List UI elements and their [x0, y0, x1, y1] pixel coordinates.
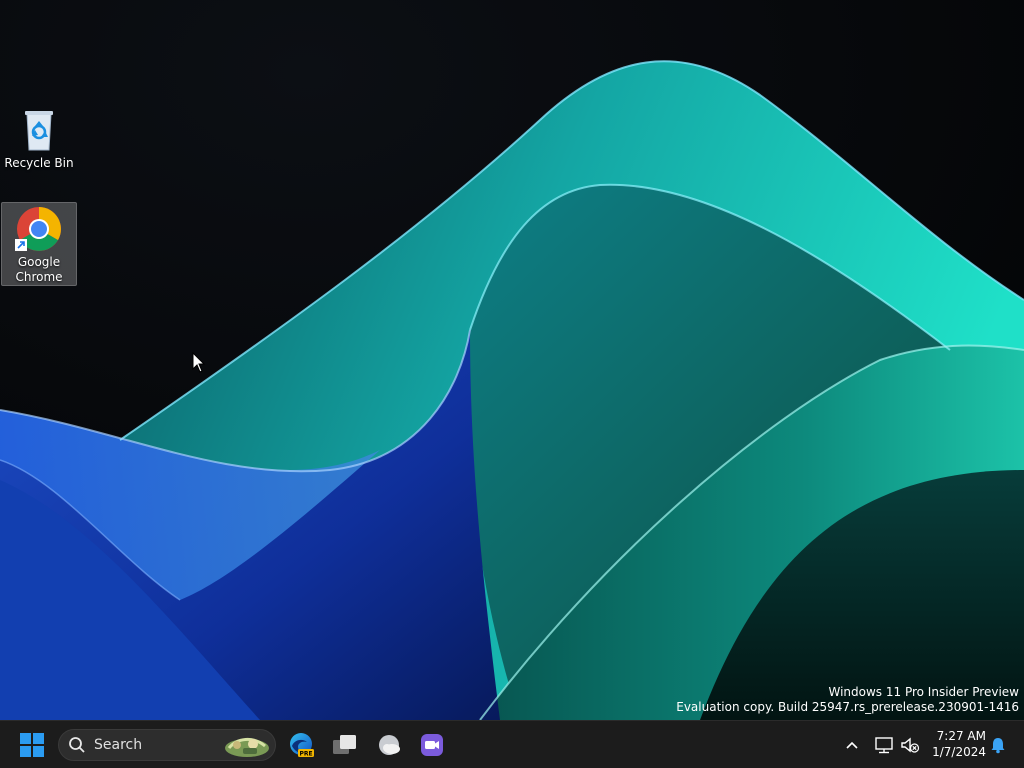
- weather-icon: [379, 735, 400, 755]
- chrome-icon: [15, 205, 63, 253]
- mouse-cursor-icon: [192, 352, 206, 373]
- taskbar: Search PRE 7:27 AM 1/7/2024: [0, 720, 1024, 768]
- teams-icon: [421, 734, 443, 756]
- bell-icon: [991, 738, 1005, 754]
- watermark-line2: Evaluation copy. Build 25947.rs_prerelea…: [676, 700, 1019, 714]
- start-button[interactable]: [12, 725, 52, 765]
- clock-date: 1/7/2024: [932, 745, 986, 759]
- taskbar-edge-preview-button[interactable]: PRE: [281, 725, 321, 765]
- task-view-icon: [333, 735, 356, 754]
- chrome-label: Google Chrome: [15, 255, 63, 284]
- evaluation-watermark: Windows 11 Pro Insider Preview Evaluatio…: [676, 685, 1019, 715]
- chevron-up-icon: [846, 741, 858, 749]
- taskbar-search-box[interactable]: Search: [58, 729, 276, 761]
- ethernet-icon: [875, 737, 893, 754]
- recycle-bin-icon: [15, 106, 63, 154]
- taskbar-clock[interactable]: 7:27 AM 1/7/2024: [924, 728, 986, 760]
- search-placeholder: Search: [94, 737, 143, 753]
- edge-icon: PRE: [290, 733, 314, 758]
- edge-badge-text: PRE: [299, 751, 312, 758]
- network-status-button[interactable]: [872, 733, 896, 757]
- desktop-wallpaper: [0, 0, 1024, 720]
- recycle-bin-label: Recycle Bin: [4, 156, 74, 170]
- taskbar-widgets-button[interactable]: [369, 725, 409, 765]
- search-icon: [69, 737, 85, 753]
- volume-muted-icon: [901, 737, 920, 753]
- clock-time: 7:27 AM: [936, 729, 986, 743]
- taskbar-teams-button[interactable]: [412, 725, 452, 765]
- desktop-icon-google-chrome[interactable]: Google Chrome: [1, 202, 77, 286]
- desktop-icon-recycle-bin[interactable]: Recycle Bin: [1, 104, 77, 178]
- search-highlight-icon: [225, 738, 269, 757]
- watermark-line1: Windows 11 Pro Insider Preview: [828, 685, 1019, 699]
- taskbar-task-view-button[interactable]: [325, 725, 365, 765]
- volume-button[interactable]: [898, 733, 922, 757]
- notifications-button[interactable]: [986, 733, 1010, 757]
- show-hidden-icons-chevron[interactable]: [840, 733, 864, 757]
- windows-logo-icon: [20, 733, 44, 757]
